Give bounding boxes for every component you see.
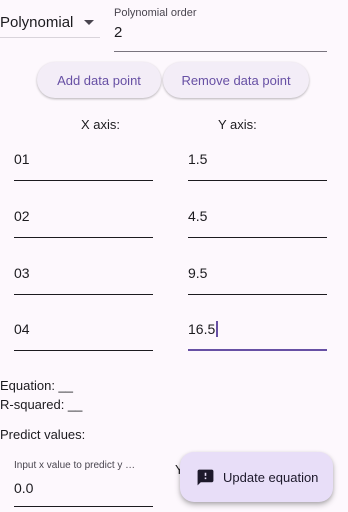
x-value-3: 03	[14, 265, 30, 281]
equation-text: Equation: __	[0, 378, 74, 393]
y-input-2[interactable]: 4.5	[188, 198, 327, 238]
x-value-2: 02	[14, 208, 30, 224]
predict-x-label: Input x value to predict y …	[14, 460, 136, 471]
polynomial-order-field[interactable]: Polynomial order 2	[114, 4, 327, 52]
y-input-1[interactable]: 1.5	[188, 141, 327, 181]
x-value-1: 01	[14, 151, 30, 167]
x-input-3[interactable]: 03	[14, 255, 153, 295]
regression-type-value: Polynomial	[0, 14, 74, 31]
update-equation-label: Update equation	[223, 469, 319, 485]
predict-x-input[interactable]: Input x value to predict y … 0.0	[14, 455, 153, 507]
y-value-4-wrap: 16.5	[188, 321, 218, 337]
x-input-4[interactable]: 04	[14, 311, 153, 351]
predict-values-title: Predict values:	[0, 427, 86, 442]
r-squared-text: R-squared: __	[0, 397, 83, 412]
y-value-3: 9.5	[188, 265, 208, 281]
remove-data-point-button[interactable]: Remove data point	[163, 62, 309, 98]
y-axis-header: Y axis:	[218, 117, 257, 132]
add-data-point-button[interactable]: Add data point	[37, 62, 161, 98]
y-value-4: 16.5	[188, 321, 216, 337]
x-input-1[interactable]: 01	[14, 141, 153, 181]
y-input-4[interactable]: 16.5	[188, 311, 327, 351]
y-value-2: 4.5	[188, 208, 208, 224]
x-input-2[interactable]: 02	[14, 198, 153, 238]
y-input-3[interactable]: 9.5	[188, 255, 327, 295]
caret-down-icon	[84, 20, 94, 25]
polynomial-order-label: Polynomial order	[114, 7, 197, 19]
x-value-4: 04	[14, 321, 30, 337]
polynomial-order-value: 2	[114, 24, 123, 41]
x-axis-header: X axis:	[81, 117, 121, 132]
update-equation-button[interactable]: Update equation	[180, 452, 333, 502]
text-cursor	[216, 321, 218, 337]
predict-x-value: 0.0	[14, 480, 34, 496]
feedback-icon	[196, 468, 215, 487]
y-value-1: 1.5	[188, 151, 208, 167]
regression-type-dropdown[interactable]: Polynomial	[0, 6, 100, 38]
